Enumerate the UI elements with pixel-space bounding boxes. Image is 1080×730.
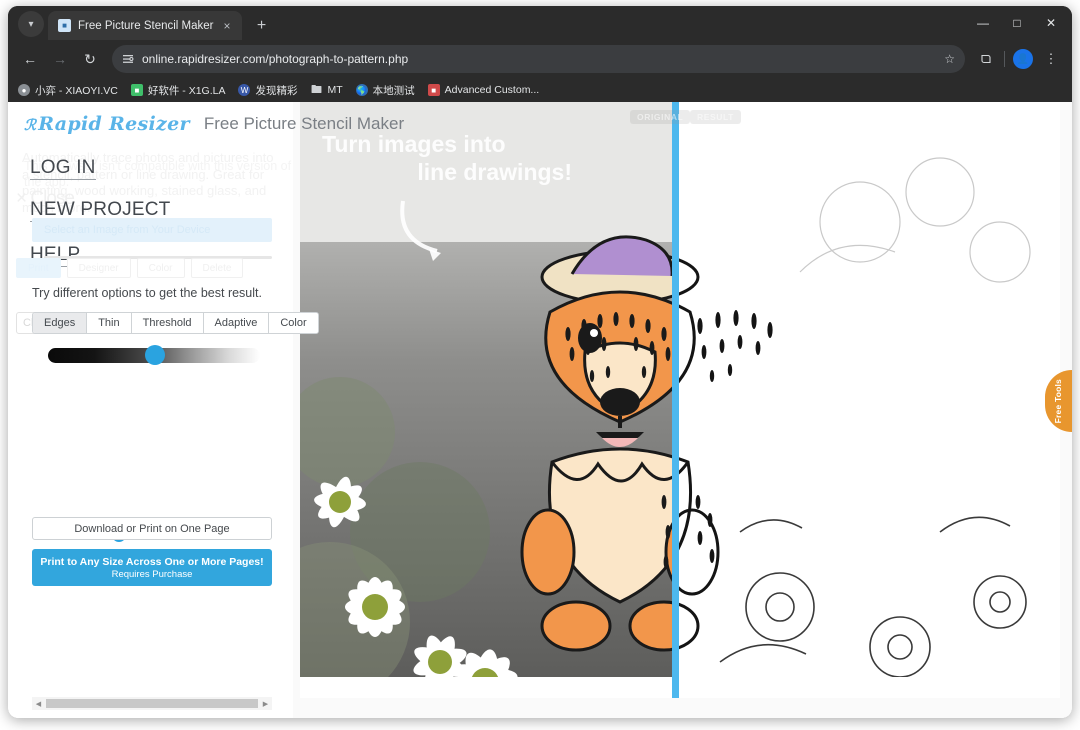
bookmark-star-icon[interactable]: ☆ [944, 52, 955, 66]
print-any-size-button[interactable]: Print to Any Size Across One or More Pag… [32, 549, 272, 586]
bookmark-label: 本地测试 [372, 84, 415, 97]
stencil-preview-image [300, 102, 1060, 677]
ghost-action-buttons: Print Designer Color Delete [16, 258, 244, 278]
reload-button[interactable]: ↻ [76, 45, 104, 73]
window-maximize-button[interactable]: □ [1000, 10, 1034, 36]
bookmark-favicon-icon: ■ [130, 84, 143, 96]
bookmark-label: MT [327, 84, 343, 96]
address-bar[interactable]: online.rapidresizer.com/photograph-to-pa… [112, 45, 965, 73]
delete-button-ghost[interactable]: Delete [190, 258, 244, 278]
address-bar-url: online.rapidresizer.com/photograph-to-pa… [142, 52, 409, 66]
tab-adaptive[interactable]: Adaptive [203, 313, 270, 333]
horizontal-scrollbar[interactable]: ◀ ▶ [32, 697, 272, 710]
extensions-icon[interactable] [973, 46, 999, 72]
download-print-button[interactable]: Download or Print on One Page [32, 517, 272, 540]
tab-close-icon[interactable]: × [221, 19, 234, 33]
brand-logo-text: Rapid Resizer [38, 113, 190, 135]
tab-title: Free Picture Stencil Maker [78, 19, 214, 32]
free-tools-label: Free Tools [1053, 379, 1064, 423]
bookmarks-bar: ● 小弈 - XIAOYI.VC ■ 好软件 - X1G.LA W 发现精彩 🖿… [8, 78, 1072, 102]
overlay-caption: Turn images into line drawings! [322, 130, 572, 186]
print-button-subtitle: Requires Purchase [111, 568, 193, 580]
sidebar-item-login[interactable]: LOG IN [30, 158, 96, 180]
window-controls: — □ ✕ [966, 10, 1068, 36]
scrollbar-thumb[interactable] [46, 699, 258, 708]
overlay-arrow-icon [400, 200, 441, 261]
select-image-button[interactable]: Select an Image from Your Device [32, 218, 272, 242]
tab-edges[interactable]: Edges [33, 313, 88, 333]
options-hint-text: Try different options to get the best re… [32, 286, 262, 300]
logo-mark-icon: ℛ [24, 116, 37, 134]
browser-tab[interactable]: ■ Free Picture Stencil Maker × [48, 11, 242, 40]
print-button-title: Print to Any Size Across One or More Pag… [40, 555, 264, 568]
browser-window: ▾ ■ Free Picture Stencil Maker × + — □ ✕… [8, 6, 1072, 718]
scroll-right-arrow-icon[interactable]: ▶ [259, 697, 272, 710]
browser-menu-icon[interactable]: ⋮ [1038, 46, 1064, 72]
page-viewport: ℛ Rapid Resizer Free Picture Stencil Make… [8, 102, 1072, 718]
bookmark-label: 好软件 - X1G.LA [147, 84, 226, 97]
back-button[interactable]: ← [16, 45, 44, 73]
bookmark-favicon-icon: ■ [427, 84, 440, 96]
tab-threshold[interactable]: Threshold [131, 313, 204, 333]
overlay-caption-line1: Turn images into [322, 131, 506, 157]
designer-button-ghost[interactable]: Designer [66, 258, 131, 278]
image-stage[interactable]: ORIGINAL RESULT Turn images into line dr… [300, 102, 1060, 698]
bookmark-label: 发现精彩 [255, 84, 298, 97]
contrast-slider-knob[interactable] [145, 345, 165, 365]
badge-result: RESULT [690, 110, 741, 124]
forward-button[interactable]: → [46, 45, 74, 73]
new-tab-button[interactable]: + [252, 18, 272, 34]
profile-avatar[interactable]: 👤 [1010, 46, 1036, 72]
tab-search-chevron-icon[interactable]: ▾ [18, 11, 44, 37]
tab-strip: ▾ ■ Free Picture Stencil Maker × + — □ ✕ [8, 6, 1072, 40]
color-button-ghost[interactable]: Color [136, 258, 185, 278]
image-split-divider[interactable] [672, 102, 679, 698]
window-minimize-button[interactable]: — [966, 10, 1000, 36]
mode-tab-group: Edges Thin Threshold Adaptive Color [32, 312, 319, 334]
folder-icon: 🖿 [310, 83, 322, 96]
left-control-panel: Automatically trace photos and pictures … [8, 146, 319, 718]
free-tools-line1: Free [1053, 404, 1064, 424]
tab-favicon-icon: ■ [58, 19, 71, 32]
browser-toolbar: ← → ↻ online.rapidresizer.com/photograph… [8, 40, 1072, 78]
bookmark-item[interactable]: ● 小弈 - XIAOYI.VC [18, 83, 118, 98]
bookmark-favicon-icon: 🌎 [355, 84, 368, 96]
overlay-caption-line2: line drawings! [417, 159, 572, 186]
toolbar-divider [1004, 51, 1005, 67]
bookmark-item[interactable]: 🌎 本地测试 [355, 83, 415, 98]
image-workspace: ORIGINAL RESULT Turn images into line dr… [293, 102, 1072, 718]
brand-logo[interactable]: ℛ Rapid Resizer [24, 113, 190, 135]
scroll-left-arrow-icon[interactable]: ◀ [32, 697, 45, 710]
free-tools-line2: Tools [1053, 378, 1064, 402]
window-close-button[interactable]: ✕ [1034, 10, 1068, 36]
bookmark-favicon-icon: W [238, 84, 251, 96]
print-button-ghost[interactable]: Print [16, 258, 61, 278]
tab-thin[interactable]: Thin [87, 313, 132, 333]
bookmark-label: Advanced Custom... [444, 84, 540, 96]
bookmark-item[interactable]: W 发现精彩 [238, 83, 297, 98]
tab-color[interactable]: Color [269, 313, 318, 333]
page-info-icon[interactable] [122, 53, 134, 65]
bookmark-favicon-icon: ● [18, 84, 30, 96]
bookmark-item[interactable]: ■ Advanced Custom... [427, 84, 540, 96]
bookmark-folder[interactable]: 🖿 MT [310, 83, 343, 97]
bookmark-item[interactable]: ■ 好软件 - X1G.LA [130, 83, 226, 98]
badge-original: ORIGINAL [630, 110, 691, 124]
bookmark-label: 小弈 - XIAOYI.VC [35, 84, 118, 97]
